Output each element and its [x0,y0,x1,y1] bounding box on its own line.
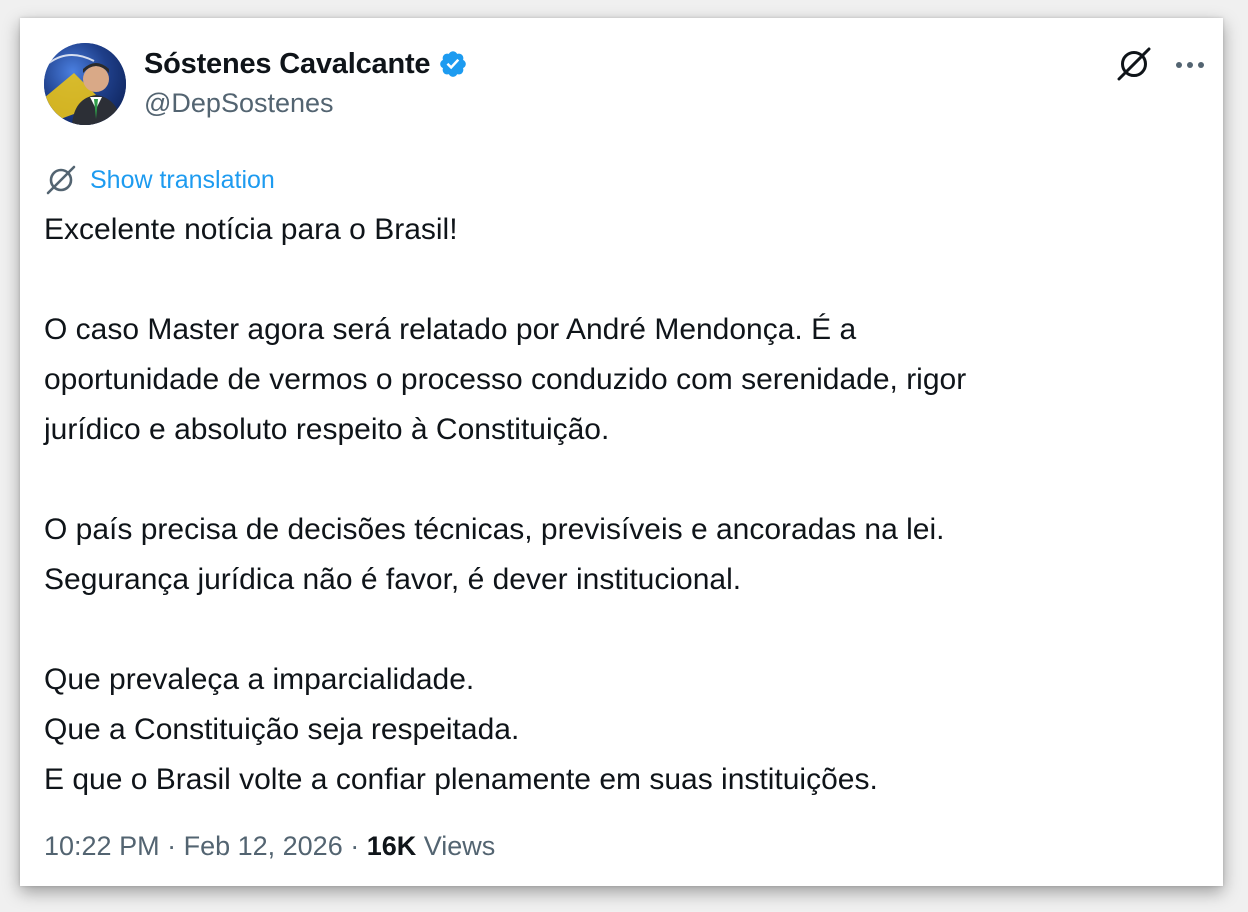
tweet-line: jurídico e absoluto respeito à Constitui… [44,413,610,446]
tweet-line: Que prevaleça a imparcialidade. [44,663,475,696]
more-horizontal-icon [1174,57,1206,75]
tweet-paragraph: Excelente notícia para o Brasil! [44,205,1204,255]
tweet-line: Que a Constituição seja respeitada. [44,713,520,746]
views-label: Views [416,831,496,861]
show-translation-label[interactable]: Show translation [90,166,275,195]
author-name-row[interactable]: Sóstenes Cavalcante [144,44,468,84]
tweet-line: oportunidade de vermos o processo conduz… [44,363,967,396]
author-handle[interactable]: @DepSostenes [144,88,334,119]
verified-badge-icon [438,49,468,79]
views-count[interactable]: 16K [367,831,417,862]
meta-separator: · [342,831,367,861]
more-options-button[interactable] [1170,46,1210,86]
tweet-paragraph: O caso Master agora será relatado por An… [44,305,1204,455]
tweet-line: Excelente notícia para o Brasil! [44,213,458,246]
tweet-meta: 10:22 PM · Feb 12, 2026 · 16K Views [44,831,495,862]
tweet-text: Excelente notícia para o Brasil! O caso … [44,205,1204,805]
tweet-date[interactable]: Feb 12, 2026 [184,831,343,862]
tweet-time[interactable]: 10:22 PM [44,831,160,862]
tweet-line: O caso Master agora será relatado por An… [44,313,857,346]
meta-separator: · [159,831,184,861]
tweet-card: Sóstenes Cavalcante @DepSostenes Show tr… [20,18,1223,886]
show-translation-link[interactable]: Show translation [44,162,275,198]
grok-icon [1115,45,1153,88]
tweet-line: Segurança jurídica não é favor, é dever … [44,563,742,596]
tweet-line: E que o Brasil volte a confiar plenament… [44,763,878,796]
tweet-line: O país precisa de decisões técnicas, pre… [44,513,945,546]
grok-icon [44,163,78,197]
tweet-paragraph: Que prevaleça a imparcialidade. Que a Co… [44,655,1204,805]
tweet-paragraph: O país precisa de decisões técnicas, pre… [44,505,1204,605]
avatar[interactable] [44,43,126,125]
grok-button[interactable] [1114,46,1154,86]
author-display-name[interactable]: Sóstenes Cavalcante [144,48,431,81]
